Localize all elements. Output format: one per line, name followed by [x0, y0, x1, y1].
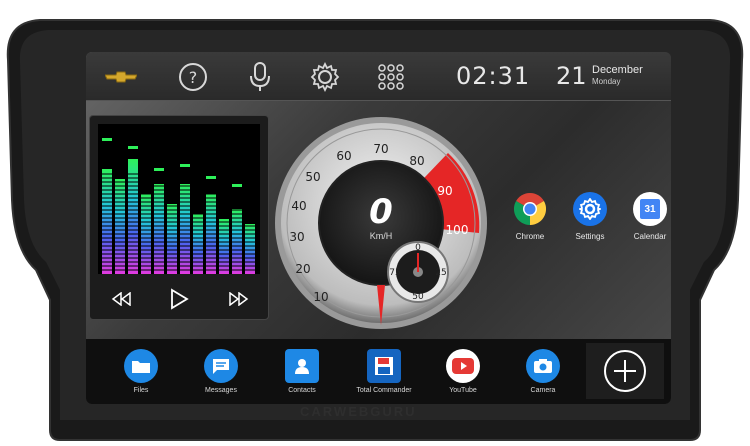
- top-bar: ? 02:31 21 December Monday: [86, 52, 671, 101]
- chevrolet-logo[interactable]: [104, 60, 138, 94]
- previous-icon[interactable]: [106, 286, 136, 312]
- sub-tick-50: 50: [412, 292, 424, 302]
- next-icon[interactable]: [224, 286, 254, 312]
- folder-icon: [124, 349, 158, 383]
- tick-30: 30: [289, 230, 304, 244]
- svg-text:?: ?: [189, 68, 198, 87]
- dock-label-contacts: Contacts: [288, 387, 316, 394]
- play-icon[interactable]: [164, 286, 194, 312]
- youtube-icon: [446, 349, 480, 383]
- speed-readout: 0: [369, 192, 393, 232]
- tick-100: 100: [446, 223, 469, 237]
- dock-label-youtube: YouTube: [449, 387, 477, 394]
- equalizer-visualizer: [98, 124, 260, 274]
- dock-label-total-commander: Total Commander: [356, 387, 412, 394]
- tick-10: 10: [313, 290, 328, 304]
- dock-messages[interactable]: Messages: [184, 349, 258, 394]
- camera-icon: [526, 349, 560, 383]
- brand-watermark: CARWEBGURU: [300, 404, 417, 419]
- head-unit-screen: ? 02:31 21 December Monday 10 20 30 40 5…: [86, 52, 671, 404]
- clock-time: 02:31: [456, 62, 531, 90]
- tick-90: 90: [437, 184, 452, 198]
- help-icon[interactable]: ?: [176, 60, 210, 94]
- app-dock: Files Messages Contacts Total Commander …: [86, 339, 671, 404]
- dock-files[interactable]: Files: [104, 349, 178, 394]
- plus-icon: [604, 350, 646, 392]
- dock-contacts[interactable]: Contacts: [265, 349, 339, 394]
- chrome-app[interactable]: Chrome: [499, 192, 561, 241]
- dock-label-camera: Camera: [530, 387, 556, 394]
- app-label-chrome: Chrome: [515, 232, 545, 241]
- speedometer-gauge[interactable]: 10 20 30 40 50 60 70 80 90 100 0 Km/H 0 …: [273, 115, 489, 331]
- dock-total-commander[interactable]: Total Commander: [347, 349, 421, 394]
- date-month: December: [592, 64, 643, 76]
- settings-gear-icon[interactable]: [308, 60, 342, 94]
- dock-label-files: Files: [133, 387, 149, 394]
- date-weekday: Monday: [592, 77, 621, 86]
- add-app-button[interactable]: [586, 343, 664, 399]
- tick-70: 70: [373, 142, 388, 156]
- microphone-icon[interactable]: [243, 60, 277, 94]
- settings-icon: [573, 192, 607, 226]
- tick-40: 40: [291, 199, 306, 213]
- chrome-icon: [513, 192, 547, 226]
- app-grid-icon[interactable]: [374, 60, 408, 94]
- sub-tick-75: 75: [389, 268, 400, 278]
- speed-unit: Km/H: [370, 231, 393, 241]
- app-label-settings: Settings: [575, 232, 605, 241]
- message-icon: [204, 349, 238, 383]
- settings-app[interactable]: Settings: [559, 192, 621, 241]
- dock-camera[interactable]: Camera: [506, 349, 580, 394]
- calendar-badge: 31: [640, 199, 660, 219]
- floppy-disk-icon: [367, 349, 401, 383]
- tick-80: 80: [409, 154, 424, 168]
- tick-50: 50: [305, 170, 320, 184]
- sub-tick-0: 0: [415, 243, 421, 253]
- sub-tick-25: 25: [435, 268, 446, 278]
- dock-label-messages: Messages: [205, 387, 237, 394]
- contacts-icon: [285, 349, 319, 383]
- tick-20: 20: [295, 262, 310, 276]
- date-day: 21: [556, 62, 587, 90]
- app-label-calendar: Calendar: [633, 232, 667, 241]
- tick-60: 60: [336, 149, 351, 163]
- dock-youtube[interactable]: YouTube: [426, 349, 500, 394]
- music-widget[interactable]: [89, 115, 269, 320]
- calendar-icon: 31: [633, 192, 667, 226]
- calendar-app[interactable]: 31 Calendar: [619, 192, 671, 241]
